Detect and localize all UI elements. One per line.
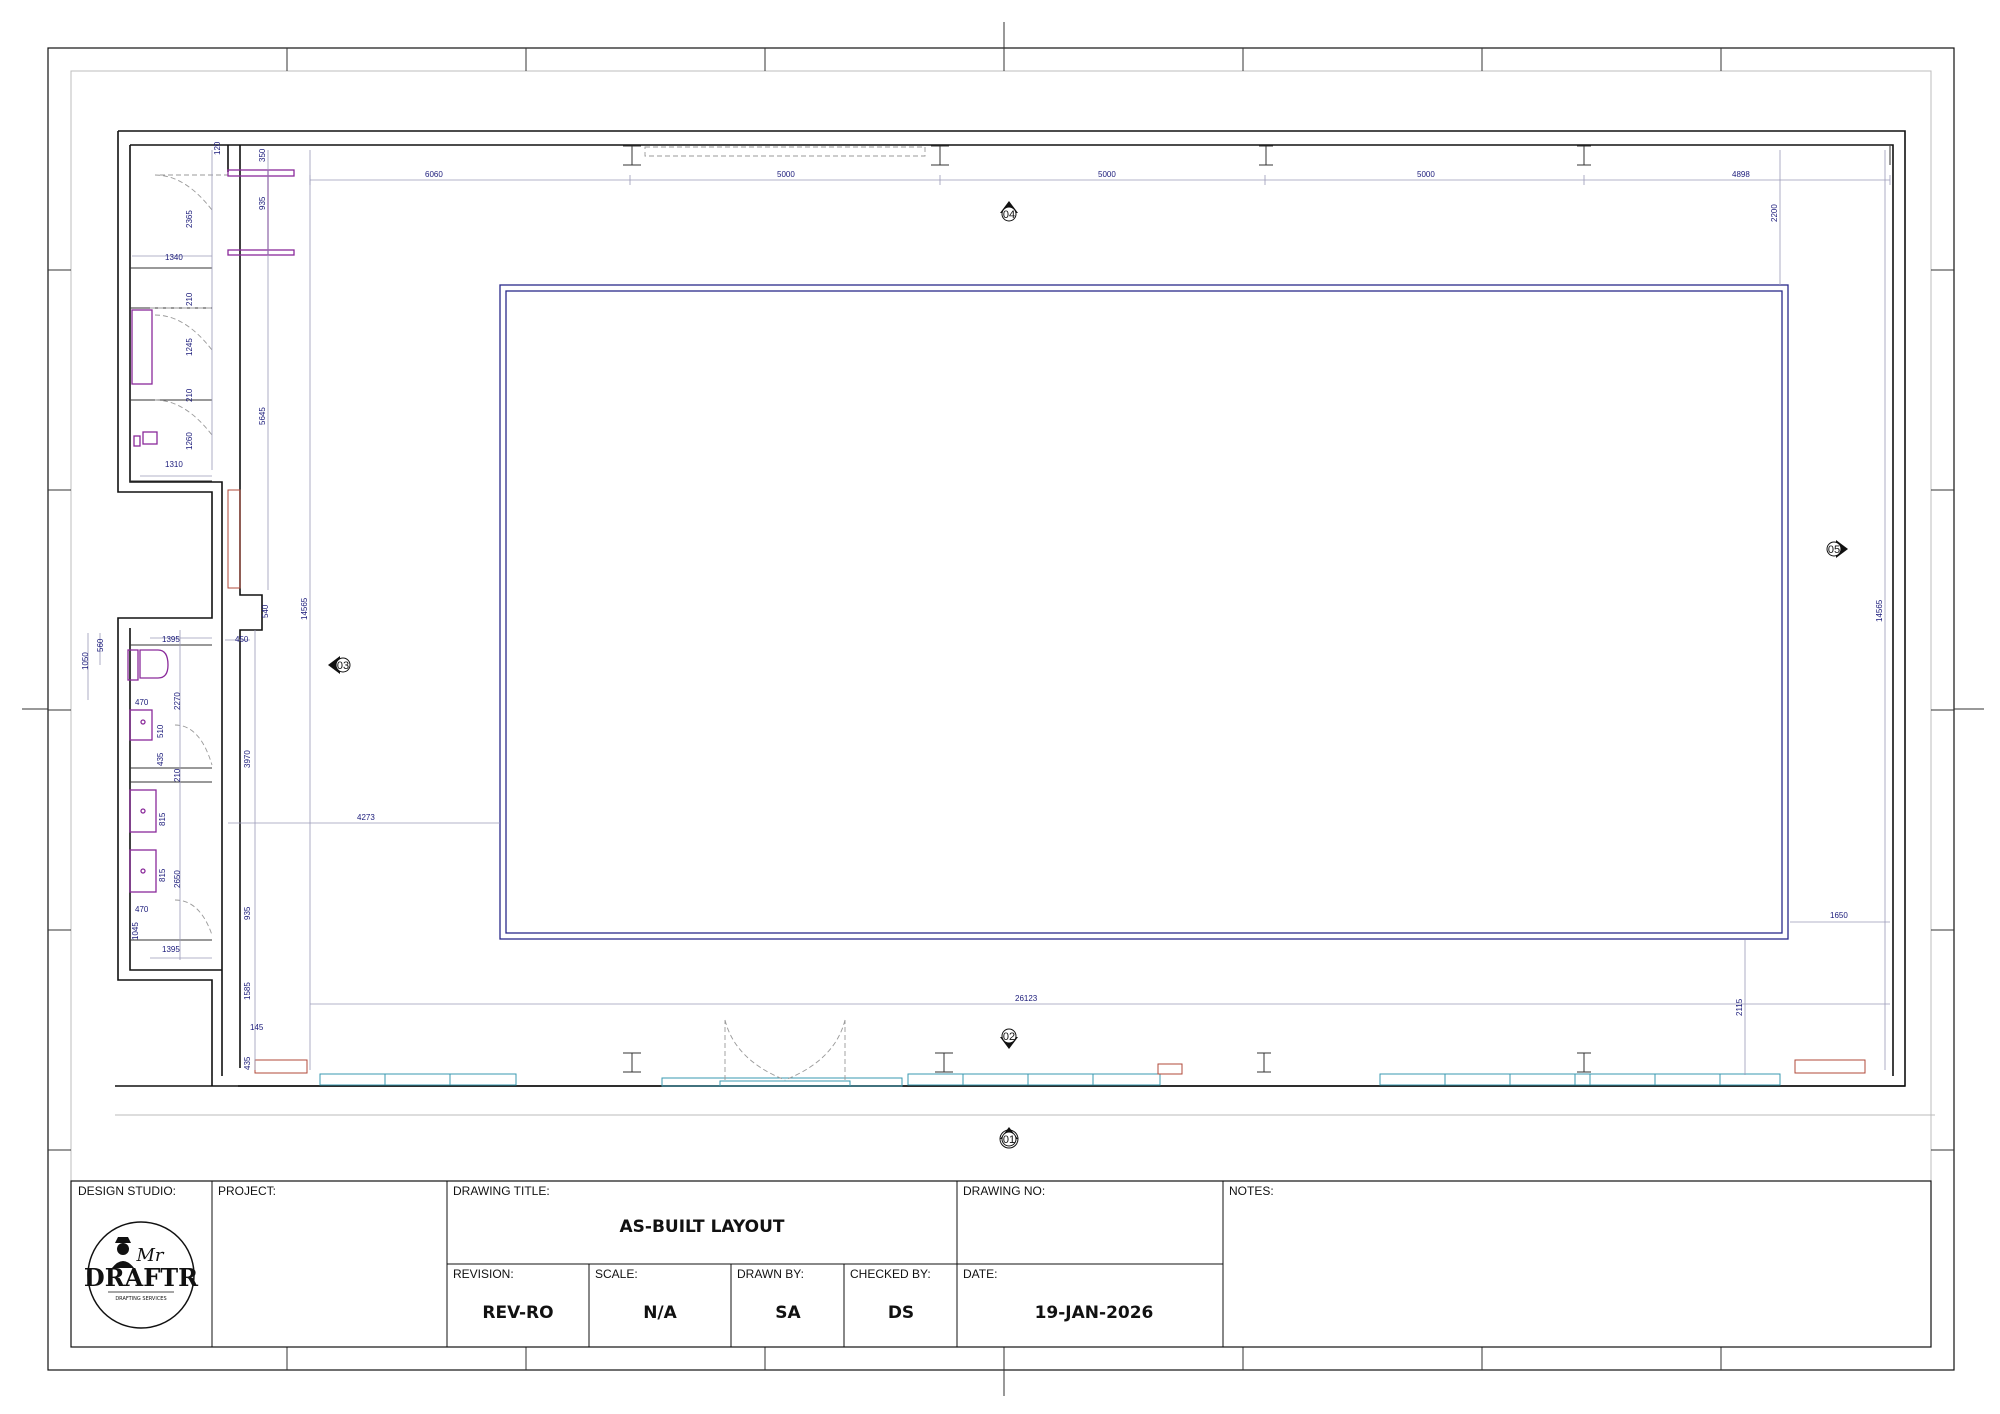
dim-left-4: 2365 xyxy=(185,210,194,228)
marker-05: 05 xyxy=(1826,540,1848,558)
dim-left-26: 2650 xyxy=(173,870,182,888)
marker-05-label: 05 xyxy=(1828,544,1840,556)
studio-logo: Mr DRAFTR DRAFTING SERVICES xyxy=(84,1221,199,1329)
dim-left-15: 1395 xyxy=(162,635,180,644)
marker-02-label: 02 xyxy=(1003,1031,1015,1043)
marker-04: 04 xyxy=(1000,201,1018,222)
title-block: DESIGN STUDIO: PROJECT: DRAWING TITLE: A… xyxy=(70,1180,1932,1348)
dim-left-32: 145 xyxy=(250,1023,264,1032)
dim-left-29: 1395 xyxy=(162,945,180,954)
sanitary-fixtures xyxy=(127,169,295,893)
dim-left-11: 5645 xyxy=(258,407,267,425)
drawing-title: AS-BUILT LAYOUT xyxy=(620,1217,785,1237)
logo-tagline: DRAFTING SERVICES xyxy=(115,1296,166,1302)
marker-02: 02 xyxy=(1000,1028,1018,1049)
dim-top-3: 5000 xyxy=(1098,170,1116,179)
dim-left-24: 815 xyxy=(158,812,167,826)
dim-right-4: 2115 xyxy=(1735,998,1744,1016)
scale-value: N/A xyxy=(643,1303,677,1323)
dim-left-33: 435 xyxy=(243,1056,252,1070)
dim-top-1: 6060 xyxy=(425,170,443,179)
logo-name: DRAFTR xyxy=(84,1263,199,1292)
checked-by-value: DS xyxy=(888,1303,914,1323)
date-label: DATE: xyxy=(963,1267,997,1281)
columns-top xyxy=(623,145,1891,166)
dim-left-23: 3970 xyxy=(243,750,252,768)
dim-left-19: 2270 xyxy=(173,692,182,710)
dim-right-3: 1650 xyxy=(1830,911,1848,920)
dim-top-4: 5000 xyxy=(1417,170,1435,179)
dim-left-10: 1310 xyxy=(165,460,183,469)
dim-left-28: 1045 xyxy=(131,922,140,940)
dim-left-16: 560 xyxy=(96,638,105,652)
elevation-markers: 01 02 03 04 05 xyxy=(328,201,1848,1149)
dim-left-17: 1050 xyxy=(81,652,90,670)
project-label: PROJECT: xyxy=(218,1184,276,1198)
building-walls xyxy=(115,130,1935,1116)
marker-03-label: 03 xyxy=(337,660,349,672)
marker-04-label: 04 xyxy=(1003,209,1015,221)
design-studio-label: DESIGN STUDIO: xyxy=(78,1184,176,1198)
dim-left-2: 350 xyxy=(258,148,267,162)
date-value: 19-JAN-2026 xyxy=(1035,1303,1154,1323)
dim-left-21: 435 xyxy=(156,752,165,766)
dim-left-6: 210 xyxy=(185,292,194,306)
dim-left-3: 935 xyxy=(258,196,267,210)
dim-top-2: 5000 xyxy=(777,170,795,179)
dim-inner-2: 26123 xyxy=(1015,994,1038,1003)
marker-01: 01 xyxy=(999,1127,1019,1149)
dimension-labels: 6060 5000 5000 5000 4898 2200 14565 1650… xyxy=(81,141,1884,1070)
marker-01-label: 01 xyxy=(1003,1134,1015,1146)
scale-label: SCALE: xyxy=(595,1267,638,1281)
dim-left-27: 470 xyxy=(135,905,149,914)
dim-left-12: 14565 xyxy=(300,597,309,620)
drawn-by-label: DRAWN BY: xyxy=(737,1267,804,1281)
drawn-by-value: SA xyxy=(775,1303,801,1323)
dim-left-14: 450 xyxy=(235,635,249,644)
dim-left-13: 540 xyxy=(261,604,270,618)
dim-left-31: 1585 xyxy=(243,982,252,1000)
dim-left-18: 470 xyxy=(135,698,149,707)
dim-right-2: 14565 xyxy=(1875,599,1884,622)
revision-label: REVISION: xyxy=(453,1267,514,1281)
dim-left-22: 210 xyxy=(173,768,182,782)
dim-left-9: 1260 xyxy=(185,432,194,450)
drawing-title-label: DRAWING TITLE: xyxy=(453,1184,550,1198)
dim-left-30: 935 xyxy=(243,906,252,920)
dim-left-5: 1340 xyxy=(165,253,183,262)
dim-left-25: 815 xyxy=(158,868,167,882)
drawing-no-label: DRAWING NO: xyxy=(963,1184,1045,1198)
glazing-bottom xyxy=(227,489,1866,1087)
checked-by-label: CHECKED BY: xyxy=(850,1267,931,1281)
dim-left-20: 510 xyxy=(156,724,165,738)
central-hall xyxy=(499,284,1789,940)
dim-inner-1: 4273 xyxy=(357,813,375,822)
drawing-sheet: 6060 5000 5000 5000 4898 2200 14565 1650… xyxy=(22,22,1984,1396)
marker-03: 03 xyxy=(328,656,351,674)
dim-top-5: 4898 xyxy=(1732,170,1750,179)
notes-label: NOTES: xyxy=(1229,1184,1274,1198)
dim-left-8: 210 xyxy=(185,388,194,402)
columns-bottom xyxy=(623,1052,1591,1073)
dim-left-1: 120 xyxy=(213,141,222,155)
dimension-lines xyxy=(87,150,1891,1075)
dim-right-1: 2200 xyxy=(1770,204,1779,222)
dim-left-7: 1245 xyxy=(185,338,194,356)
revision-value: REV-RO xyxy=(482,1303,553,1323)
